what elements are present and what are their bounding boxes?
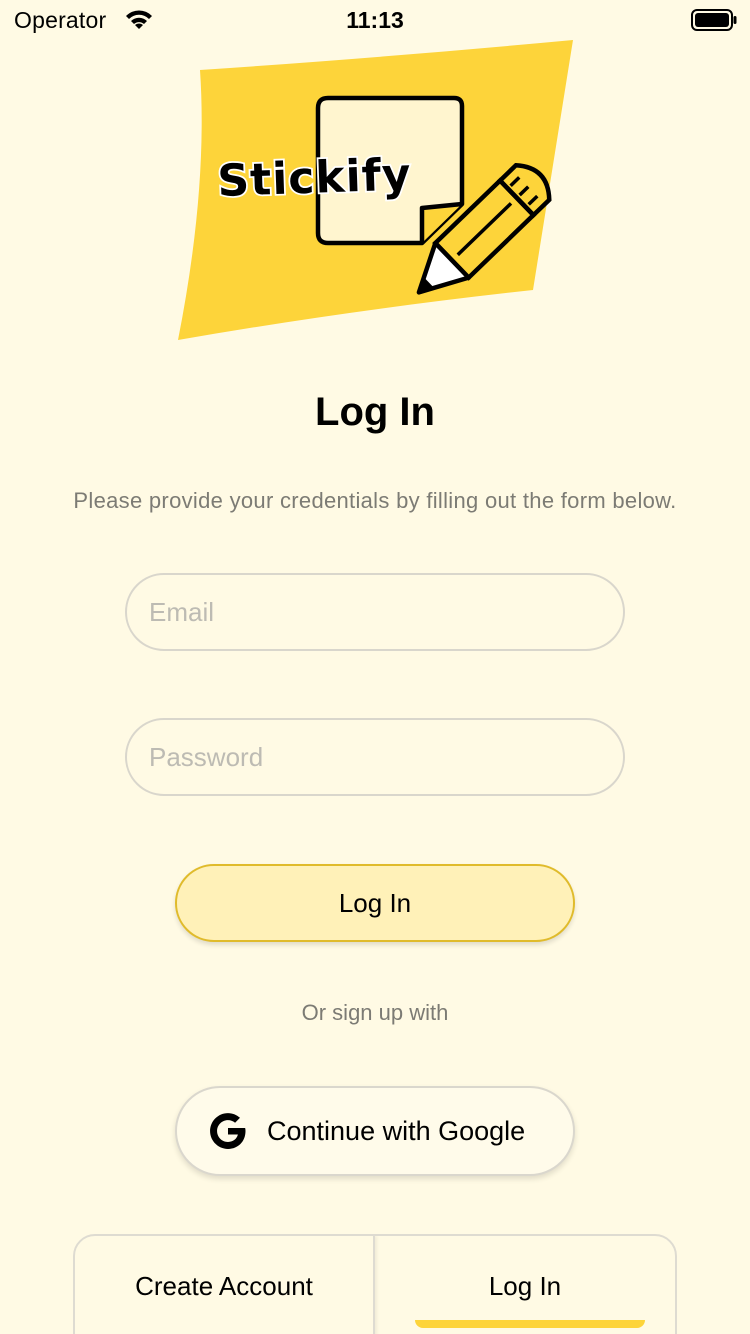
- google-button-label: Continue with Google: [267, 1115, 526, 1146]
- login-button[interactable]: Log In: [175, 864, 575, 942]
- app-logo: Stickify: [178, 40, 573, 340]
- tab-create-account[interactable]: Create Account: [75, 1236, 375, 1334]
- clock: 11:13: [346, 7, 404, 33]
- login-screen: Operator 11:13 Stickify Log In Please pr…: [0, 0, 750, 1334]
- page-title: Log In: [315, 390, 435, 434]
- google-signin-button[interactable]: Continue with Google: [175, 1086, 575, 1176]
- logo-wordmark: Stickify: [217, 149, 413, 207]
- password-field[interactable]: [125, 718, 625, 796]
- google-icon: [210, 1113, 246, 1149]
- battery-icon: [691, 9, 737, 31]
- status-bar: Operator 11:13: [0, 0, 750, 40]
- social-divider-text: Or sign up with: [301, 1000, 449, 1025]
- selected-tab-indicator: [415, 1320, 645, 1328]
- tab-bar: Create Account Log In: [73, 1234, 677, 1334]
- page-subtitle: Please provide your credentials by filli…: [73, 488, 677, 513]
- email-field[interactable]: [125, 573, 625, 651]
